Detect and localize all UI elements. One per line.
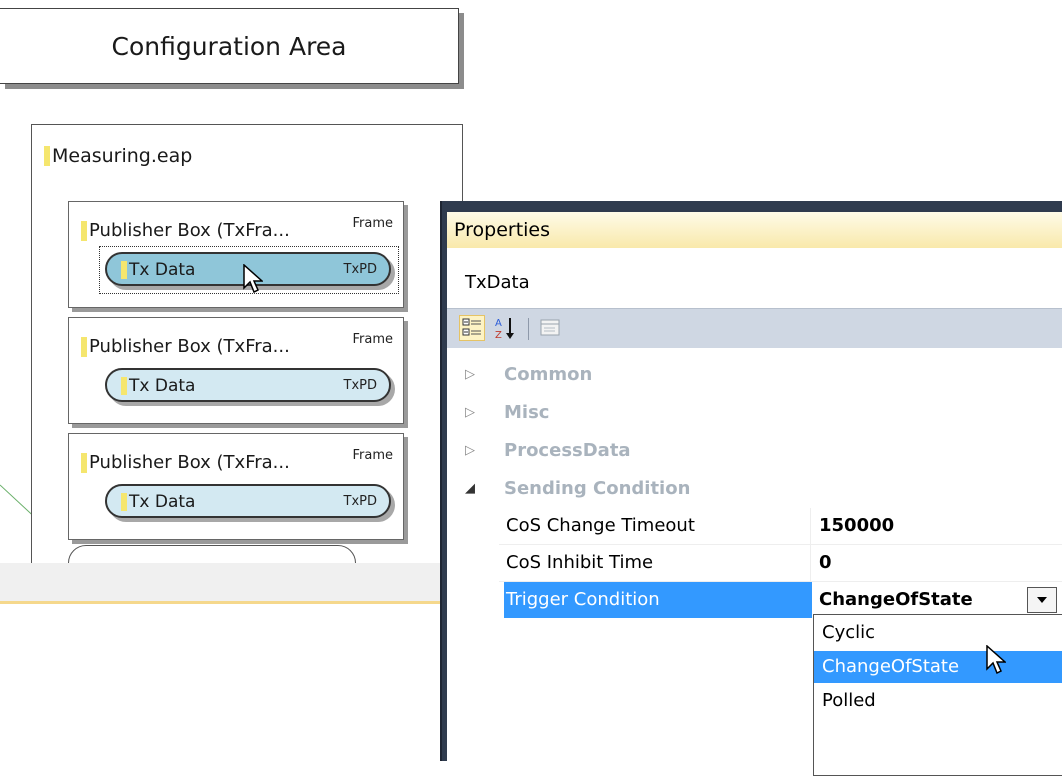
property-value[interactable]: 150000 [819, 508, 894, 544]
category-label: ProcessData [504, 440, 631, 461]
categorized-icon[interactable] [459, 315, 485, 341]
category-misc[interactable]: ▷ Misc [447, 394, 1062, 432]
status-strip [0, 563, 460, 604]
expand-triangle-icon[interactable]: ▷ [465, 394, 475, 432]
svg-text:A: A [495, 318, 502, 329]
property-value[interactable]: 0 [819, 545, 832, 581]
eap-marker-icon [44, 146, 50, 166]
publisher-box-title: Publisher Box (TxFra... [81, 220, 290, 241]
property-name: CoS Change Timeout [506, 515, 695, 536]
frame-label: Frame [352, 332, 393, 347]
eap-title: Measuring.eap [44, 145, 192, 167]
property-name: Trigger Condition [504, 582, 812, 618]
publisher-marker-icon [81, 220, 87, 241]
trigger-condition-dropdown: Cyclic ChangeOfState Polled [813, 614, 1062, 776]
properties-panel: Properties TxData A Z ▷ Common ▷ Misc ▷ … [440, 201, 1062, 776]
category-common[interactable]: ▷ Common [447, 356, 1062, 394]
publisher-box-title: Publisher Box (TxFra... [81, 336, 290, 357]
pill-type: TxPD [343, 378, 377, 393]
publisher-box-title-text: Publisher Box (TxFra... [89, 452, 290, 473]
eap-filename: Measuring.eap [52, 145, 193, 167]
svg-text:Z: Z [495, 330, 502, 341]
property-name: CoS Inhibit Time [506, 552, 654, 573]
pill-type: TxPD [343, 494, 377, 509]
property-row-cos-change-timeout[interactable]: CoS Change Timeout 150000 [447, 508, 1062, 544]
alphabetical-sort-icon[interactable]: A Z [493, 315, 519, 341]
mouse-cursor-icon [243, 264, 263, 294]
property-row-trigger-condition[interactable]: Trigger Condition ChangeOfState [447, 582, 1062, 618]
category-processdata[interactable]: ▷ ProcessData [447, 432, 1062, 470]
publisher-marker-icon [81, 336, 87, 357]
category-label: Common [504, 364, 593, 385]
publisher-box-title-text: Publisher Box (TxFra... [89, 220, 290, 241]
toolbar-separator [528, 318, 529, 340]
eap-box[interactable]: Measuring.eap Publisher Box (TxFra... Fr… [31, 124, 463, 586]
pill-label: Tx Data [121, 260, 195, 280]
pill-label-text: Tx Data [129, 492, 196, 512]
pill-marker-icon [121, 377, 127, 395]
pill-label: Tx Data [121, 492, 195, 512]
frame-label: Frame [352, 448, 393, 463]
category-label: Sending Condition [504, 478, 691, 499]
pill-label: Tx Data [121, 376, 195, 396]
publisher-box[interactable]: Publisher Box (TxFra... Frame Tx Data Tx… [68, 317, 404, 424]
dropdown-arrow-icon[interactable] [1027, 587, 1057, 613]
dropdown-option-changeofstate[interactable]: ChangeOfState [814, 651, 1062, 683]
publisher-box[interactable]: Publisher Box (TxFra... Frame Tx Data Tx… [68, 433, 404, 540]
property-value[interactable]: ChangeOfState [819, 582, 973, 618]
pill-marker-icon [121, 493, 127, 511]
expand-triangle-icon[interactable]: ▷ [465, 356, 475, 394]
publisher-box-title-text: Publisher Box (TxFra... [89, 336, 290, 357]
property-pages-icon[interactable] [537, 315, 563, 341]
category-sending-condition[interactable]: ◢ Sending Condition [447, 470, 1062, 508]
pill-label-text: Tx Data [129, 260, 196, 280]
pill-marker-icon [121, 261, 127, 279]
frame-label: Frame [352, 216, 393, 231]
properties-object-name: TxData [447, 248, 1062, 306]
dropdown-option-cyclic[interactable]: Cyclic [814, 617, 1062, 649]
properties-title: Properties [447, 212, 1062, 248]
publisher-box-title: Publisher Box (TxFra... [81, 452, 290, 473]
properties-toolbar: A Z [447, 308, 1062, 349]
publisher-box[interactable]: Publisher Box (TxFra... Frame Tx Data Tx… [68, 201, 404, 308]
publisher-marker-icon [81, 452, 87, 473]
pill-label-text: Tx Data [129, 376, 196, 396]
category-label: Misc [504, 402, 550, 423]
mouse-cursor-icon [986, 645, 1006, 675]
expand-triangle-icon[interactable]: ▷ [465, 432, 475, 470]
pill-type: TxPD [343, 262, 377, 277]
dropdown-option-polled[interactable]: Polled [814, 685, 1062, 717]
property-row-cos-inhibit-time[interactable]: CoS Inhibit Time 0 [447, 545, 1062, 581]
tx-data-pill[interactable]: Tx Data TxPD [105, 484, 391, 518]
property-grid: ▷ Common ▷ Misc ▷ ProcessData ◢ Sending … [447, 348, 1062, 776]
tx-data-pill[interactable]: Tx Data TxPD [105, 368, 391, 402]
collapse-triangle-icon[interactable]: ◢ [465, 470, 475, 508]
